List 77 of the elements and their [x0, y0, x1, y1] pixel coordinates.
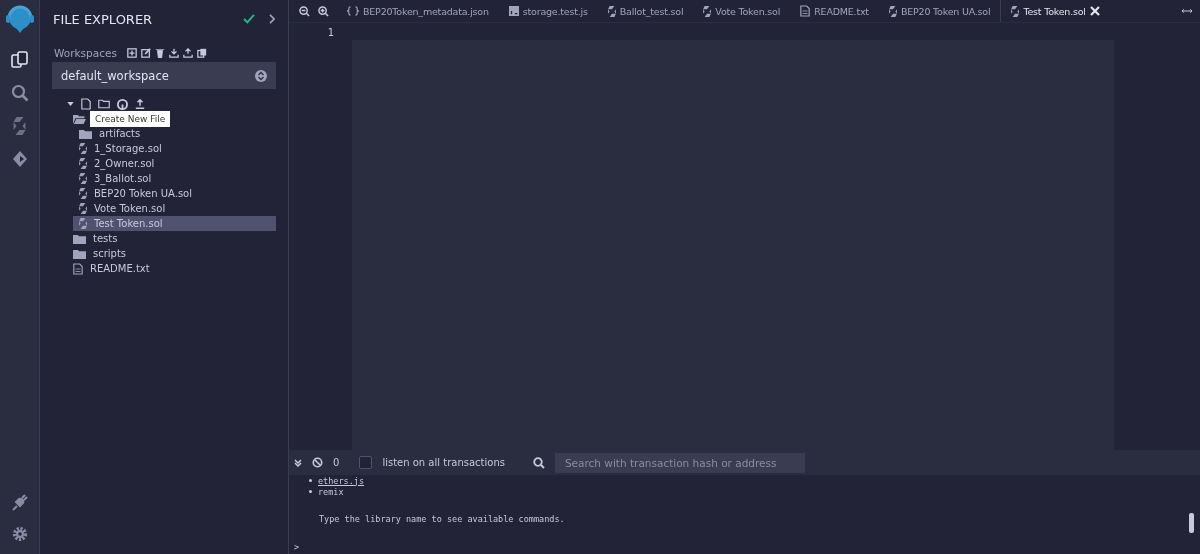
- workspaces-label: Workspaces: [54, 47, 117, 59]
- new-file-icon[interactable]: [81, 98, 91, 110]
- open-folder-icon: [73, 113, 86, 124]
- file-tree-item[interactable]: Test Token.sol: [73, 216, 276, 231]
- dropdown-icon: [255, 69, 267, 82]
- close-icon[interactable]: [1089, 6, 1100, 16]
- solidity-icon: [1011, 5, 1020, 17]
- editor-tab[interactable]: Ballot_test.sol: [597, 0, 694, 22]
- editor-tab[interactable]: Test Token.sol: [1000, 0, 1110, 22]
- solidity-icon: [79, 188, 87, 199]
- expand-icon[interactable]: [1182, 8, 1192, 14]
- clear-icon[interactable]: [312, 457, 323, 468]
- files-icon[interactable]: [10, 51, 29, 69]
- solidity-icon: [79, 143, 87, 154]
- file-tree-item[interactable]: BEP20 Token UA.sol: [73, 186, 276, 201]
- solidity-icon: [703, 5, 712, 17]
- folder-icon: [79, 128, 92, 139]
- solidity-icon: [888, 5, 897, 17]
- settings-icon[interactable]: [11, 526, 28, 542]
- document-icon: [73, 262, 83, 275]
- trash-icon[interactable]: [154, 48, 165, 58]
- file-tree-item[interactable]: Vote Token.sol: [73, 201, 276, 216]
- search-icon: [532, 456, 545, 469]
- tooltip: Create New File: [90, 111, 171, 127]
- search-field[interactable]: Search with transaction hash or address: [554, 452, 805, 473]
- file-tree-item[interactable]: scripts: [67, 246, 276, 261]
- zoom-out-icon[interactable]: [299, 5, 310, 17]
- panel-title: FILE EXPLORER: [53, 11, 154, 27]
- solidity-icon: [79, 203, 87, 214]
- upload-icon[interactable]: [182, 48, 193, 58]
- library-name: remix: [318, 486, 344, 497]
- solidity-icon[interactable]: [13, 117, 26, 135]
- terminal-prompt[interactable]: >: [294, 542, 300, 552]
- ethereum-icon[interactable]: [10, 150, 29, 168]
- bullet-mark: [309, 490, 312, 493]
- js-file-icon: [508, 6, 519, 16]
- editor-tab[interactable]: Vote Token.sol: [693, 0, 791, 22]
- plug-icon[interactable]: [10, 493, 29, 511]
- editor-tab[interactable]: README.txt: [790, 0, 879, 22]
- edit-icon[interactable]: [140, 48, 151, 58]
- transaction-count: 0: [333, 457, 340, 468]
- solidity-icon: [79, 173, 87, 184]
- double-chevron-down-icon[interactable]: [294, 458, 302, 467]
- check-icon: [243, 14, 255, 24]
- search-icon[interactable]: [10, 84, 29, 102]
- braces-icon: [347, 6, 359, 16]
- folder-icon: [73, 248, 86, 259]
- file-tree-item[interactable]: 1_Storage.sol: [73, 141, 276, 156]
- workspace-select[interactable]: default_workspace: [52, 62, 276, 89]
- upload-icon[interactable]: [135, 99, 145, 109]
- file-tree-item[interactable]: tests: [67, 231, 276, 246]
- document-icon: [800, 5, 811, 17]
- line-number: 1: [326, 27, 334, 38]
- download-icon[interactable]: [168, 48, 179, 58]
- file-tree-item[interactable]: README.txt: [67, 261, 276, 276]
- editor-tab[interactable]: BEP20Token_metadata.json: [337, 0, 499, 22]
- file-tree-item[interactable]: 2_Owner.sol: [73, 156, 276, 171]
- library-link[interactable]: ethers.js: [318, 475, 365, 486]
- bullet-mark: [309, 479, 312, 482]
- folder-icon[interactable]: [98, 99, 110, 109]
- file-tree-item[interactable]: artifacts: [73, 126, 276, 141]
- terminal-text: Type the library name to see available commands.: [319, 514, 565, 524]
- chevron-right-icon[interactable]: [269, 14, 276, 24]
- listen-label: listen on all transactions: [382, 457, 505, 468]
- editor-tab[interactable]: storage.test.js: [498, 0, 598, 22]
- add-icon[interactable]: [126, 48, 137, 58]
- editor-tab[interactable]: BEP20 Token UA.sol: [878, 0, 1001, 22]
- copy-icon[interactable]: [196, 48, 207, 58]
- folder-icon: [73, 233, 86, 244]
- listen-checkbox[interactable]: [359, 456, 373, 469]
- zoom-in-icon[interactable]: [318, 5, 329, 17]
- file-tree-item[interactable]: 3_Ballot.sol: [73, 171, 276, 186]
- solidity-icon: [79, 158, 87, 169]
- solidity-icon: [607, 5, 616, 17]
- caret-down-icon[interactable]: [67, 102, 74, 106]
- scrollbar-thumb[interactable]: [1189, 513, 1194, 533]
- solidity-icon: [79, 218, 87, 229]
